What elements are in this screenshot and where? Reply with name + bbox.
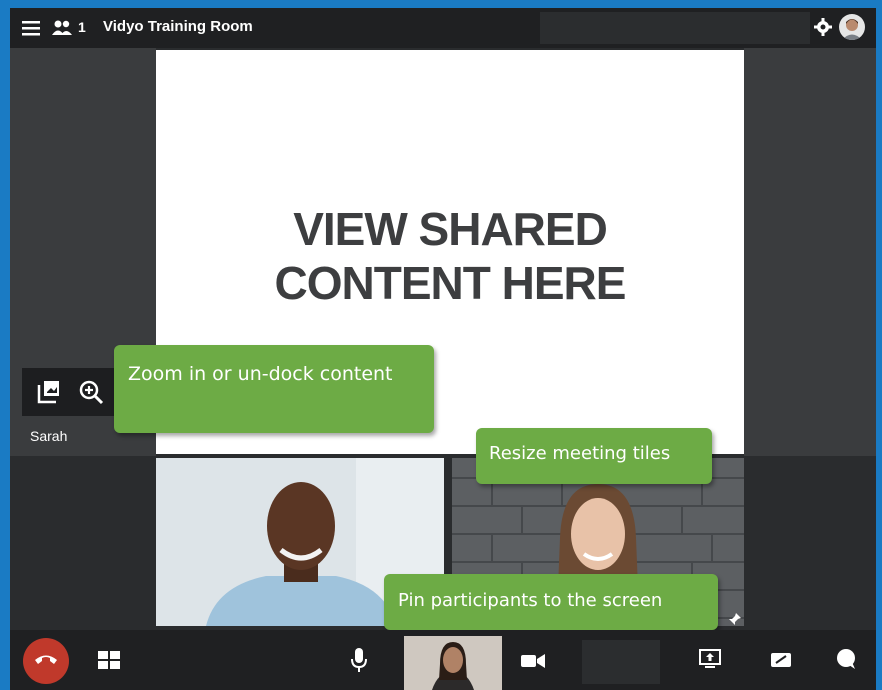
content-controls — [22, 368, 126, 416]
shared-content-headline: VIEW SHARED CONTENT HERE — [156, 202, 744, 310]
layout-grid-icon[interactable] — [98, 651, 120, 669]
camera-icon[interactable] — [521, 653, 545, 669]
user-avatar[interactable] — [839, 14, 865, 40]
tooltip-resize-text: Resize meeting tiles — [489, 443, 671, 464]
self-view-preview[interactable] — [404, 636, 502, 690]
tooltip-pin-participants: Pin participants to the screen — [384, 574, 718, 630]
tooltip-zoom-text: Zoom in or un-dock content — [128, 363, 393, 385]
meeting-room-title: Vidyo Training Room — [103, 18, 253, 35]
blurred-area — [540, 12, 810, 44]
bottom-toolbar — [10, 630, 876, 690]
vidyo-window: 1 Vidyo Training Room VIEW SHARED CONTEN… — [10, 8, 876, 690]
screen-share-icon[interactable] — [699, 649, 721, 669]
headline-line-2: CONTENT HERE — [274, 257, 627, 309]
blurred-area — [582, 640, 660, 684]
phone-hangup-icon — [35, 655, 57, 664]
microphone-icon[interactable] — [350, 648, 368, 672]
participant-name-sarah: Sarah — [30, 428, 68, 444]
stage-right-panel — [744, 48, 876, 456]
tooltip-zoom-undock: Zoom in or un-dock content — [114, 345, 434, 433]
chat-icon[interactable] — [771, 653, 791, 667]
hamburger-menu-icon[interactable] — [22, 19, 40, 37]
pin-icon[interactable] — [728, 612, 742, 626]
zoom-in-icon[interactable] — [78, 379, 104, 405]
end-call-button[interactable] — [23, 638, 69, 684]
undock-content-icon[interactable] — [36, 379, 62, 405]
headline-line-1: VIEW SHARED — [293, 203, 608, 255]
participant-count: 1 — [78, 19, 86, 35]
top-bar: 1 Vidyo Training Room — [10, 8, 876, 48]
participants-icon[interactable] — [52, 19, 72, 37]
gear-icon[interactable] — [814, 18, 832, 36]
tooltip-resize-tiles: Resize meeting tiles — [476, 428, 712, 484]
tooltip-pin-text: Pin participants to the screen — [398, 590, 663, 611]
chat-bubble-icon[interactable] — [835, 648, 857, 670]
